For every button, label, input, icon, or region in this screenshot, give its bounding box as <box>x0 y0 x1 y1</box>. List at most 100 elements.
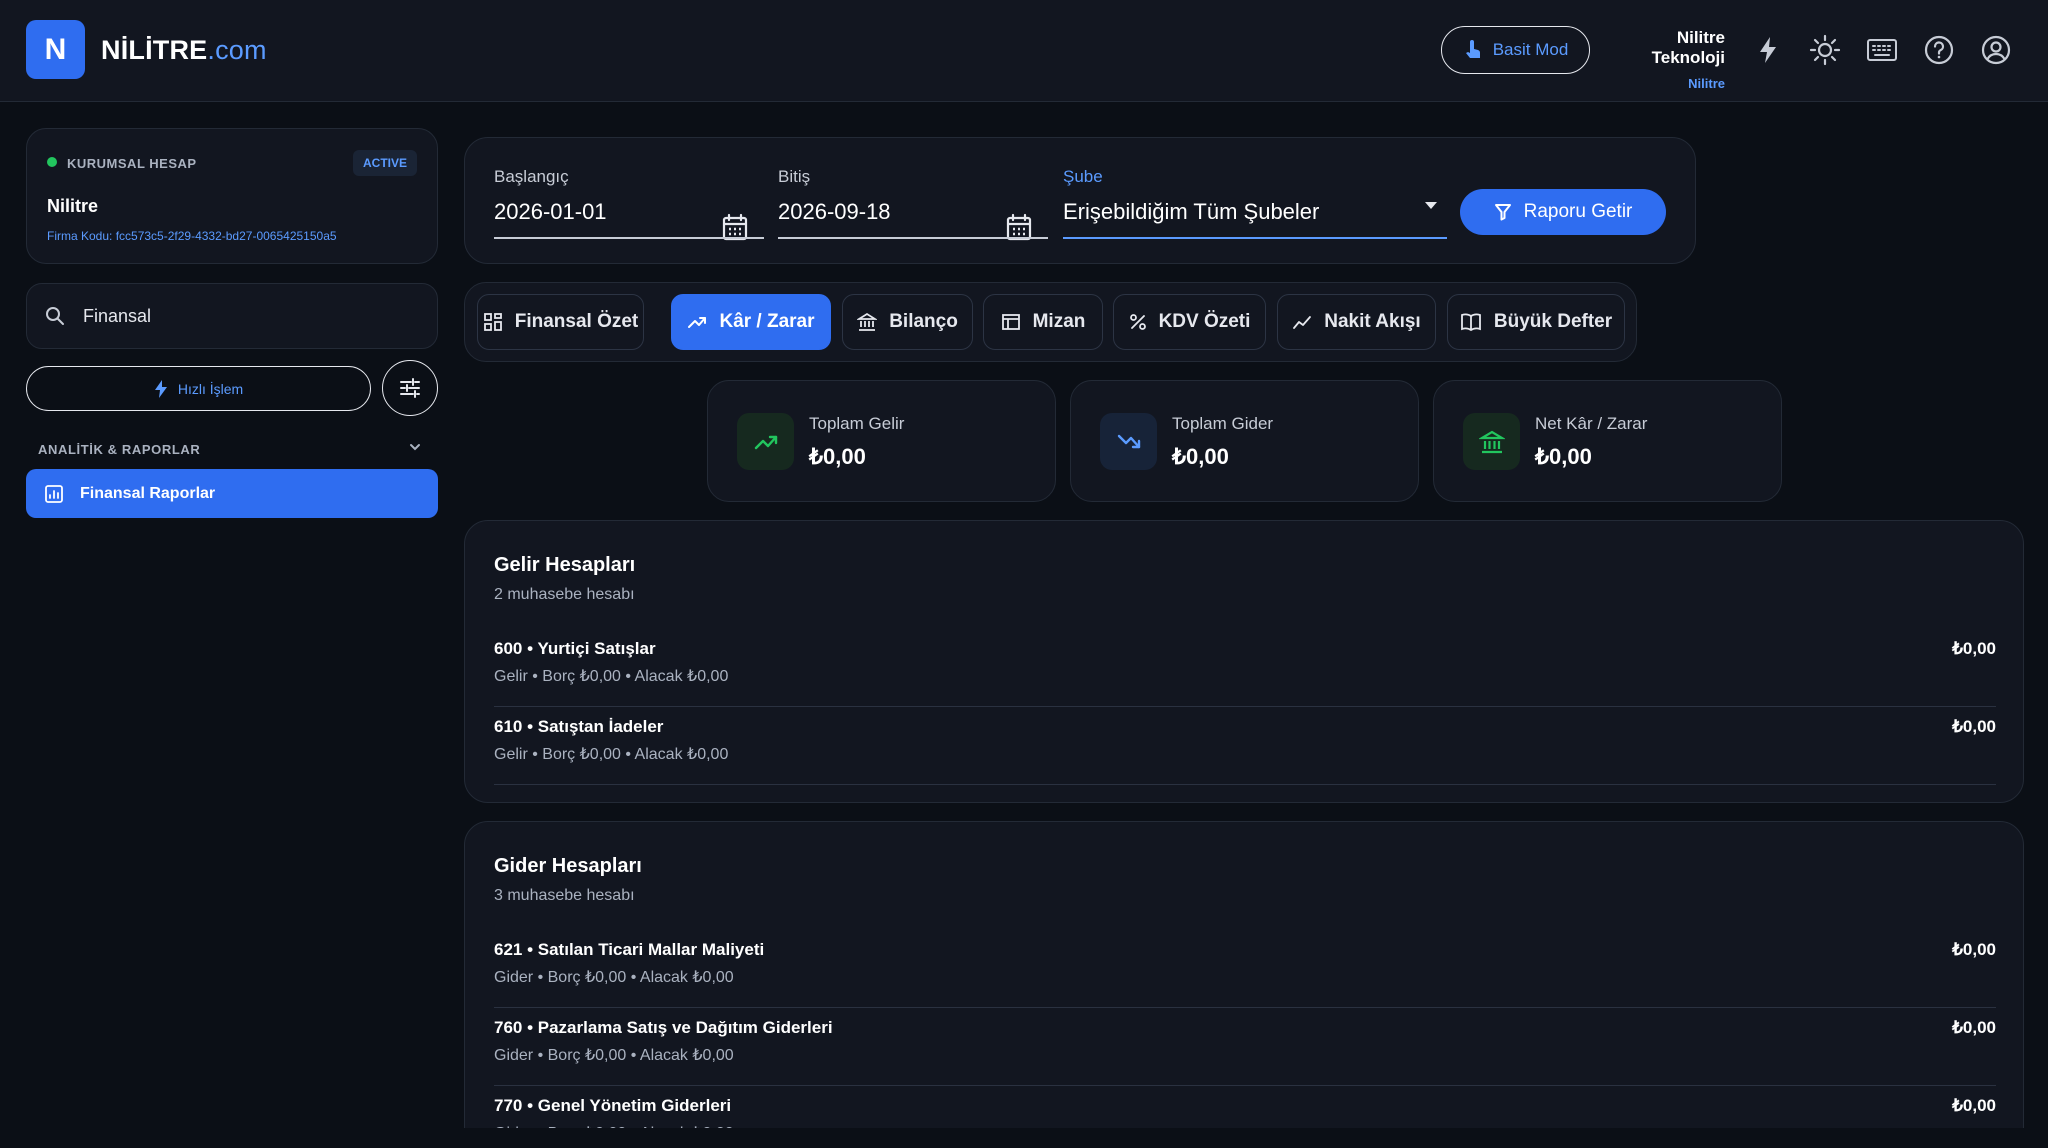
account-row[interactable]: 760 • Pazarlama Satış ve Dağıtım Giderle… <box>494 1008 1996 1086</box>
bolt-icon <box>154 379 168 398</box>
tab-label: Nakit Akışı <box>1324 311 1421 332</box>
filter-icon <box>1494 203 1512 221</box>
expense-accounts-panel: Gider Hesapları 3 muhasebe hesabı 621 • … <box>464 821 2024 1148</box>
dropdown-arrow-icon[interactable] <box>1423 197 1439 218</box>
help-icon[interactable] <box>1921 32 1957 68</box>
get-report-label: Raporu Getir <box>1523 201 1633 222</box>
chart-line-icon <box>1292 312 1312 332</box>
account-title: 760 • Pazarlama Satış ve Dağıtım Giderle… <box>494 1018 833 1037</box>
account-amount: ₺0,00 <box>1952 1096 1996 1115</box>
logo-letter: N <box>44 32 67 66</box>
account-detail: Gider • Borç ₺0,00 • Alacak ₺0,00 <box>494 1047 734 1064</box>
status-badge: ACTIVE <box>352 150 417 176</box>
tab-label: Finansal Özet <box>514 311 639 332</box>
panel-subtitle: 3 muhasebe hesabı <box>494 887 635 904</box>
trend-up-icon <box>687 312 707 332</box>
get-report-button[interactable]: Raporu Getir <box>1460 189 1666 235</box>
calendar-icon[interactable] <box>722 213 748 246</box>
kpi-label: Toplam Gider <box>1172 414 1274 433</box>
quick-action-label: Hızlı İşlem <box>177 380 244 397</box>
account-name: Nilitre <box>47 196 99 216</box>
start-date-label: Başlangıç <box>494 167 569 186</box>
account-title: 610 • Satıştan İadeler <box>494 717 664 736</box>
kpi-value: ₺0,00 <box>1535 444 1592 469</box>
company-sub: Nilitre <box>1688 76 1725 91</box>
tab-kdv-ozeti[interactable]: KDV Özeti <box>1113 294 1266 350</box>
percent-icon <box>1129 313 1147 331</box>
start-date-underline <box>494 237 764 239</box>
tab-nakit-akisi[interactable]: Nakit Akışı <box>1277 294 1436 350</box>
tune-button[interactable] <box>382 360 438 416</box>
end-date-field[interactable]: Bitiş 2026-09-18 <box>778 167 1048 241</box>
firm-code: Firma Kodu: fcc573c5-2f29-4332-bd27-0065… <box>47 229 337 243</box>
viewport-bottom-edge <box>0 1128 2048 1148</box>
account-amount: ₺0,00 <box>1952 639 1996 658</box>
account-detail: Gider • Borç ₺0,00 • Alacak ₺0,00 <box>494 969 734 986</box>
search-icon <box>45 306 65 326</box>
account-title: 600 • Yurtiçi Satışlar <box>494 639 656 658</box>
basit-mod-button[interactable]: Basit Mod <box>1441 26 1590 74</box>
tab-buyuk-defter[interactable]: Büyük Defter <box>1447 294 1625 350</box>
sidebar-item-finansal-raporlar[interactable]: Finansal Raporlar <box>26 469 438 518</box>
account-detail: Gelir • Borç ₺0,00 • Alacak ₺0,00 <box>494 668 729 685</box>
income-accounts-panel: Gelir Hesapları 2 muhasebe hesabı 600 • … <box>464 520 2024 803</box>
tab-label: Mizan <box>1032 311 1086 332</box>
brand-main: NİLİTRE <box>101 35 208 65</box>
company-info[interactable]: Nilitre Teknoloji Nilitre <box>1601 28 1725 91</box>
tab-finansal-ozet[interactable]: Finansal Özet <box>477 294 644 350</box>
bolt-icon[interactable] <box>1750 32 1786 68</box>
status-dot <box>47 157 57 167</box>
kpi-value: ₺0,00 <box>809 444 866 469</box>
brand-name[interactable]: NİLİTRE.com <box>101 35 267 66</box>
trend-down-icon <box>1100 413 1157 470</box>
account-icon[interactable] <box>1978 32 2014 68</box>
branch-select[interactable]: Şube Erişebildiğim Tüm Şubeler <box>1063 167 1447 239</box>
tab-label: Büyük Defter <box>1493 311 1613 332</box>
bank-icon <box>1463 413 1520 470</box>
report-icon <box>44 484 64 504</box>
branch-value[interactable]: Erişebildiğim Tüm Şubeler <box>1063 199 1319 225</box>
start-date-field[interactable]: Başlangıç 2026-01-01 <box>494 167 764 241</box>
account-title: 770 • Genel Yönetim Giderleri <box>494 1096 732 1115</box>
dashboard-icon <box>483 312 503 332</box>
logo[interactable]: N <box>26 20 85 79</box>
branch-underline <box>1063 237 1447 239</box>
quick-action-button[interactable]: Hızlı İşlem <box>26 366 371 411</box>
book-icon <box>1460 312 1482 332</box>
account-amount: ₺0,00 <box>1952 717 1996 736</box>
calendar-icon[interactable] <box>1006 213 1032 246</box>
account-amount: ₺0,00 <box>1952 1018 1996 1037</box>
account-row[interactable]: 600 • Yurtiçi Satışlar Gelir • Borç ₺0,0… <box>494 629 1996 707</box>
tab-bilanco[interactable]: Bilanço <box>842 294 973 350</box>
panel-subtitle: 2 muhasebe hesabı <box>494 586 635 603</box>
touch-icon <box>1463 39 1483 61</box>
company-name: Nilitre Teknoloji <box>1651 28 1725 67</box>
top-bar: N NİLİTRE.com Basit Mod Nilitre Teknoloj… <box>0 0 2048 102</box>
search-box[interactable] <box>26 283 438 349</box>
search-input[interactable] <box>83 305 383 327</box>
account-row[interactable]: 621 • Satılan Ticari Mallar Maliyeti Gid… <box>494 930 1996 1008</box>
account-row[interactable]: 610 • Satıştan İadeler Gelir • Borç ₺0,0… <box>494 707 1996 785</box>
branch-label: Şube <box>1063 167 1103 186</box>
account-card: KURUMSAL HESAP ACTIVE Nilitre Firma Kodu… <box>26 128 438 264</box>
sun-icon[interactable] <box>1807 32 1843 68</box>
tab-label: Kâr / Zarar <box>719 311 815 332</box>
account-detail: Gelir • Borç ₺0,00 • Alacak ₺0,00 <box>494 746 729 763</box>
brand-domain: .com <box>207 35 267 65</box>
keyboard-icon[interactable] <box>1864 32 1900 68</box>
section-title: ANALİTİK & RAPORLAR <box>38 442 201 457</box>
end-date-value[interactable]: 2026-09-18 <box>778 199 891 225</box>
account-amount: ₺0,00 <box>1952 940 1996 959</box>
end-date-label: Bitiş <box>778 167 811 186</box>
tab-label: KDV Özeti <box>1158 311 1251 332</box>
sidebar-item-label: Finansal Raporlar <box>80 484 216 502</box>
kpi-label: Toplam Gelir <box>809 414 905 433</box>
tab-mizan[interactable]: Mizan <box>983 294 1103 350</box>
start-date-value[interactable]: 2026-01-01 <box>494 199 607 225</box>
chevron-down-icon[interactable] <box>408 440 422 459</box>
panel-title: Gider Hesapları <box>494 855 642 877</box>
tab-kar-zarar[interactable]: Kâr / Zarar <box>671 294 831 350</box>
tune-icon <box>399 377 421 399</box>
kpi-card-total-expense: Toplam Gider ₺0,00 <box>1070 380 1419 502</box>
table-icon <box>1001 312 1021 332</box>
